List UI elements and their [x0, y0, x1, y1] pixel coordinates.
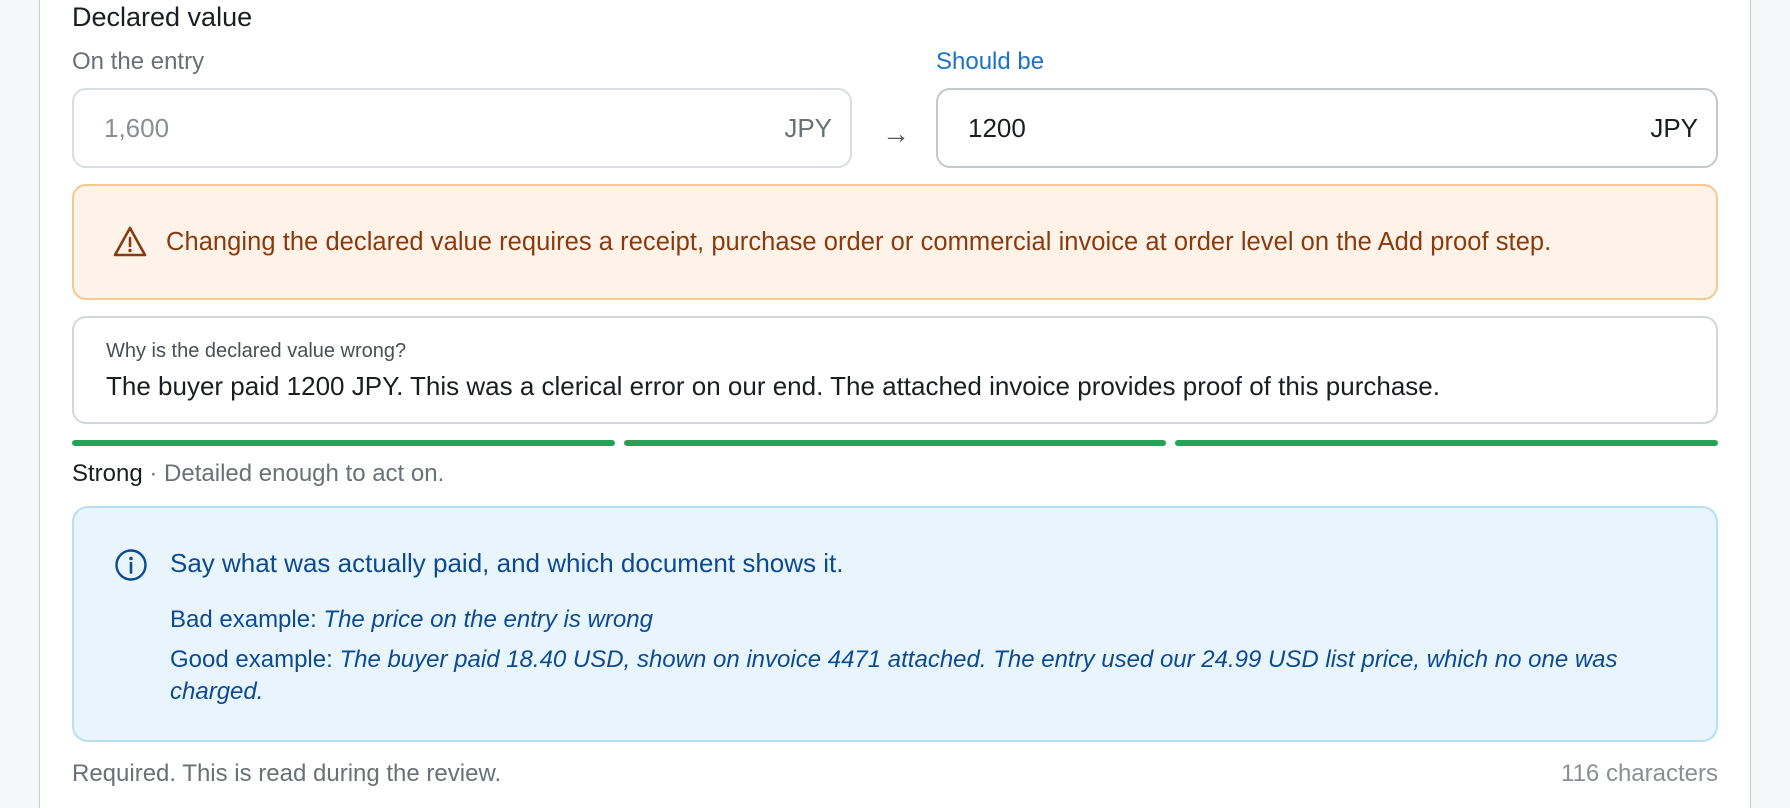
- strength-level: Strong: [72, 460, 143, 487]
- reason-question: Why is the declared value wrong?: [106, 340, 407, 362]
- section-title: Declared value: [72, 2, 253, 32]
- corrected-value-label: Should be: [936, 48, 1045, 75]
- arrow-right-icon: →: [882, 118, 910, 149]
- bad-example: Bad example: The price on the entry is w…: [170, 604, 1670, 636]
- info-icon: [115, 549, 147, 581]
- required-note: Required. This is read during the review…: [72, 760, 502, 787]
- writing-tip-box: Say what was actually paid, and which do…: [72, 506, 1718, 742]
- strength-segment: [1175, 440, 1719, 446]
- reason-textarea[interactable]: Why is the declared value wrong? The buy…: [72, 316, 1718, 424]
- entry-currency: JPY: [784, 112, 832, 143]
- proof-required-warning: Changing the declared value requires a r…: [72, 184, 1718, 300]
- tip-headline: Say what was actually paid, and which do…: [170, 548, 844, 578]
- good-example: Good example: The buyer paid 18.40 USD, …: [170, 644, 1670, 708]
- entry-value: 1,600: [104, 112, 170, 143]
- good-example-text: The buyer paid 18.40 USD, shown on invoi…: [170, 646, 1618, 705]
- warning-triangle-icon: [113, 226, 147, 257]
- bad-example-text: The price on the entry is wrong: [323, 606, 653, 633]
- corrected-currency: JPY: [1650, 112, 1698, 143]
- reason-answer[interactable]: The buyer paid 1200 JPY. This was a cler…: [106, 371, 1684, 402]
- strength-segment: [623, 440, 1167, 446]
- corrected-value[interactable]: 1200: [968, 113, 1026, 144]
- good-example-label: Good example:: [170, 646, 340, 673]
- strength-segment: [72, 440, 615, 446]
- strength-description: · Detailed enough to act on.: [142, 460, 445, 487]
- bad-example-label: Bad example:: [170, 606, 324, 633]
- strength-meter: [72, 440, 1719, 446]
- character-count: 116 characters: [1561, 760, 1718, 787]
- warning-text: Changing the declared value requires a r…: [166, 227, 1552, 256]
- strength-text: Strong · Detailed enough to act on.: [72, 460, 444, 488]
- corrected-value-input[interactable]: 1200 JPY: [936, 88, 1718, 168]
- entry-value-field: 1,600 JPY: [72, 88, 852, 168]
- entry-value-label: On the entry: [72, 48, 205, 75]
